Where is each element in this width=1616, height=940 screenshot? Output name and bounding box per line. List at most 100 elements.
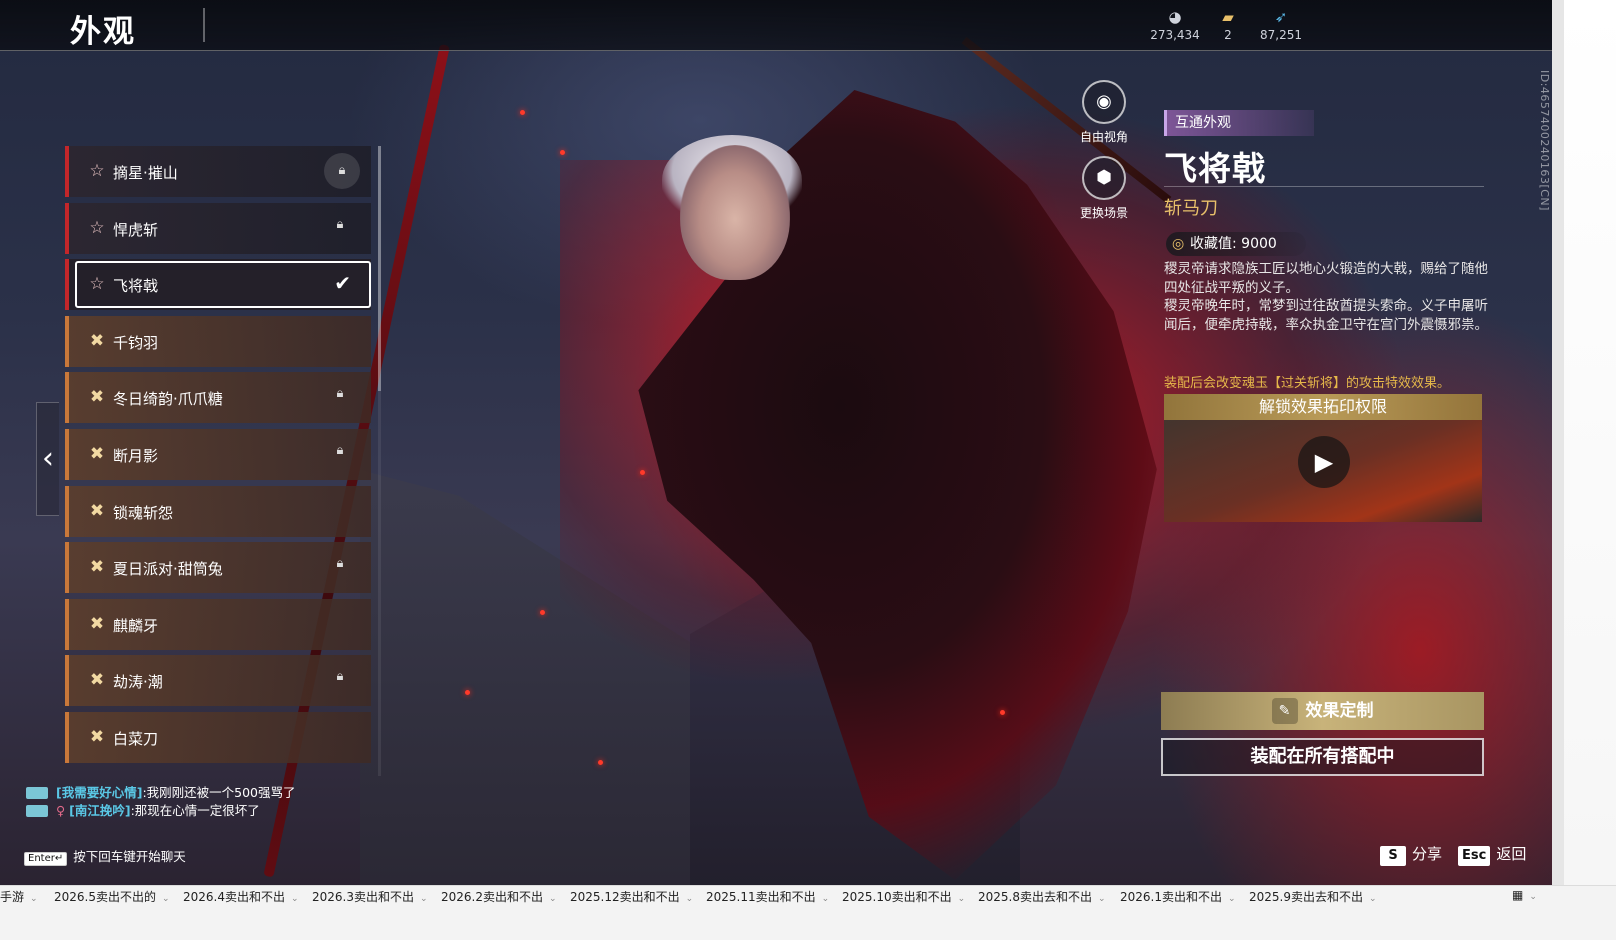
play-icon[interactable]: ▶ (1298, 436, 1350, 488)
sheet-tab-label: 2025.12卖出和不出 (570, 890, 680, 904)
chevron-down-icon: ⌄ (821, 894, 830, 904)
chevron-down-icon: ⌄ (549, 894, 557, 904)
list-item-label: 白菜刀 (113, 729, 159, 748)
sheet-tab[interactable]: 手游 ⌄ (0, 888, 38, 905)
list-item[interactable]: ✖ 冬日绮韵·爪爪糖 🔒︎ (65, 372, 371, 424)
background-window-scrollbar (1552, 0, 1564, 885)
star-icon: ☆ (89, 217, 105, 238)
divider (1164, 186, 1484, 187)
lock-icon: 🔒︎ (336, 556, 344, 572)
enter-key-icon: Enter↵ (24, 852, 68, 866)
list-item[interactable]: ✖ 夏日派对·甜筒兔 🔒︎ (65, 542, 371, 594)
list-item-label: 千钧羽 (113, 333, 159, 352)
sheet-tab-label: 2026.4卖出和不出 (183, 890, 285, 904)
ember (465, 690, 470, 695)
share-hotkey[interactable]: S 分享 (1380, 843, 1442, 866)
currency-value: 87,251 (1260, 28, 1302, 42)
list-item-label: 飞将戟 (113, 277, 159, 296)
chevron-down-icon: ⌄ (162, 894, 170, 904)
list-item-label: 劫涛·潮 (113, 673, 163, 692)
list-item[interactable]: ✖ 千钧羽 (65, 315, 371, 367)
lock-icon: 🔒︎ (324, 153, 360, 189)
sheet-tab[interactable]: 2025.11卖出和不出 ⌄ (706, 888, 829, 905)
collect-value: 收藏值: 9000 (1190, 236, 1277, 252)
list-item[interactable]: ✖ 麒麟牙 (65, 598, 371, 650)
item-name: 飞将戟 (1164, 149, 1266, 188)
sheet-tab[interactable]: 2025.12卖出和不出 ⌄ (570, 888, 693, 905)
list-item[interactable]: ☆ 摘星·摧山 🔒︎ (65, 146, 371, 197)
chat-panel: [我需要好心情]:我刚刚还被一个500强骂了 ♀ [南江挽吟]:那现在心情一定很坏… (26, 784, 326, 820)
change-scene-label: 更换场景 (1079, 206, 1128, 220)
player-id: ID:4657400240163[CN] (1538, 70, 1551, 211)
chevron-down-icon: ⌄ (957, 894, 966, 904)
chat-hint[interactable]: Enter↵ 按下回车键开始聊天 (24, 846, 186, 866)
sheet-tab-label: 2026.2卖出和不出 (441, 890, 543, 904)
list-item-label: 摘星·摧山 (113, 164, 178, 182)
ember (640, 470, 645, 475)
cross-swords-icon: ✖ (89, 443, 105, 464)
free-view-button[interactable]: ◉ 自由视角 (1064, 80, 1144, 145)
list-item[interactable]: ☆ 悍虎斩 🔒︎ (65, 202, 371, 254)
list-item[interactable]: ✖ 断月影 🔒︎ (65, 428, 371, 480)
chat-channel-icon (26, 787, 48, 799)
lock-icon: 🔒︎ (336, 216, 344, 232)
sheet-tab[interactable]: 2026.3卖出和不出 ⌄ (312, 888, 428, 905)
brush-icon: ✎ (1271, 698, 1298, 724)
ember (598, 760, 603, 765)
sheet-tab-label: 2026.1卖出和不出 (1120, 890, 1222, 904)
character-face (680, 145, 790, 280)
sheet-tab[interactable]: 2025.8卖出去和不出 ⌄ (978, 888, 1106, 905)
chat-message: [我需要好心情]:我刚刚还被一个500强骂了 (26, 784, 326, 802)
cross-swords-icon: ✖ (89, 500, 105, 521)
sheet-tab[interactable]: 2026.2卖出和不出 ⌄ (441, 888, 557, 905)
grid-icon[interactable]: ▦ ⌄ (1512, 888, 1537, 902)
chevron-down-icon: ⌄ (685, 894, 694, 904)
lock-icon: 🔒︎ (336, 669, 344, 685)
chevron-down-icon: ⌄ (30, 894, 38, 904)
sheet-tab[interactable]: 2025.9卖出去和不出 ⌄ (1249, 888, 1377, 905)
back-hotkey[interactable]: Esc 返回 (1458, 843, 1526, 866)
change-scene-button[interactable]: ⬢ 更换场景 (1064, 156, 1144, 221)
list-scrollbar[interactable] (378, 146, 381, 391)
collect-value-badge: ◎ 收藏值: 9000 (1166, 232, 1306, 256)
list-item[interactable]: ✖ 锁魂斩怨 (65, 485, 371, 537)
cross-swords-icon: ✖ (89, 330, 105, 351)
chat-text: :那现在心情一定很坏了 (130, 803, 260, 818)
appearance-list: ☆ 摘星·摧山 🔒︎ ☆ 悍虎斩 🔒︎ ☆ 飞将戟 ✔ ✖ 千钧羽 ✖ 冬日绮韵… (65, 146, 371, 769)
star-icon: ☆ (89, 161, 105, 181)
ember (540, 610, 545, 615)
chat-nick[interactable]: [我需要好心情] (56, 785, 142, 800)
sheet-tab[interactable]: 2025.10卖出和不出 ⌄ (842, 888, 965, 905)
sheet-tab-label: 2026.5卖出不出的 (54, 890, 156, 904)
chevron-down-icon: ⌄ (1228, 894, 1236, 904)
ember (520, 110, 525, 115)
chevron-down-icon: ⌄ (291, 894, 299, 904)
title-divider (203, 8, 205, 42)
cross-swords-icon: ✖ (89, 726, 105, 747)
feather-icon: ➶ (1274, 8, 1288, 26)
cross-swords-icon: ✖ (89, 387, 105, 408)
effect-custom-button[interactable]: ✎ 效果定制 (1161, 692, 1484, 730)
page-title: 外观 (70, 14, 136, 50)
sheet-tab-label: 2025.11卖出和不出 (706, 890, 816, 904)
sheet-tab[interactable]: 2026.1卖出和不出 ⌄ (1120, 888, 1236, 905)
currency-feather: ➶ 87,251 (1241, 8, 1321, 42)
cross-swords-icon: ✖ (89, 557, 105, 578)
cross-swords-icon: ✖ (89, 670, 105, 691)
star-icon: ☆ (89, 274, 105, 295)
female-icon: ♀ (56, 803, 66, 818)
unlock-effect-preview[interactable]: 解锁效果拓印权限 ▶ (1164, 394, 1482, 522)
sheet-tab[interactable]: 2026.4卖出和不出 ⌄ (183, 888, 299, 905)
top-bar: 外观 ◕ 273,434 ▰ 2 ➶ 87,251 (0, 0, 1600, 51)
collapse-arrow-button[interactable]: ‹ (36, 402, 59, 516)
scene-cube-icon: ⬢ (1082, 156, 1126, 200)
equip-all-button[interactable]: 装配在所有搭配中 (1161, 738, 1484, 776)
list-item[interactable]: ✖ 白菜刀 (65, 711, 371, 763)
free-view-label: 自由视角 (1079, 130, 1128, 144)
list-item[interactable]: ✖ 劫涛·潮 🔒︎ (65, 655, 371, 707)
chat-nick[interactable]: [南江挽吟] (69, 803, 130, 818)
list-item-selected[interactable]: ☆ 飞将戟 ✔ (65, 259, 371, 311)
ember (1000, 710, 1005, 715)
sheet-tab[interactable]: 2026.5卖出不出的 ⌄ (54, 888, 170, 905)
lock-icon: 🔒︎ (336, 442, 344, 458)
